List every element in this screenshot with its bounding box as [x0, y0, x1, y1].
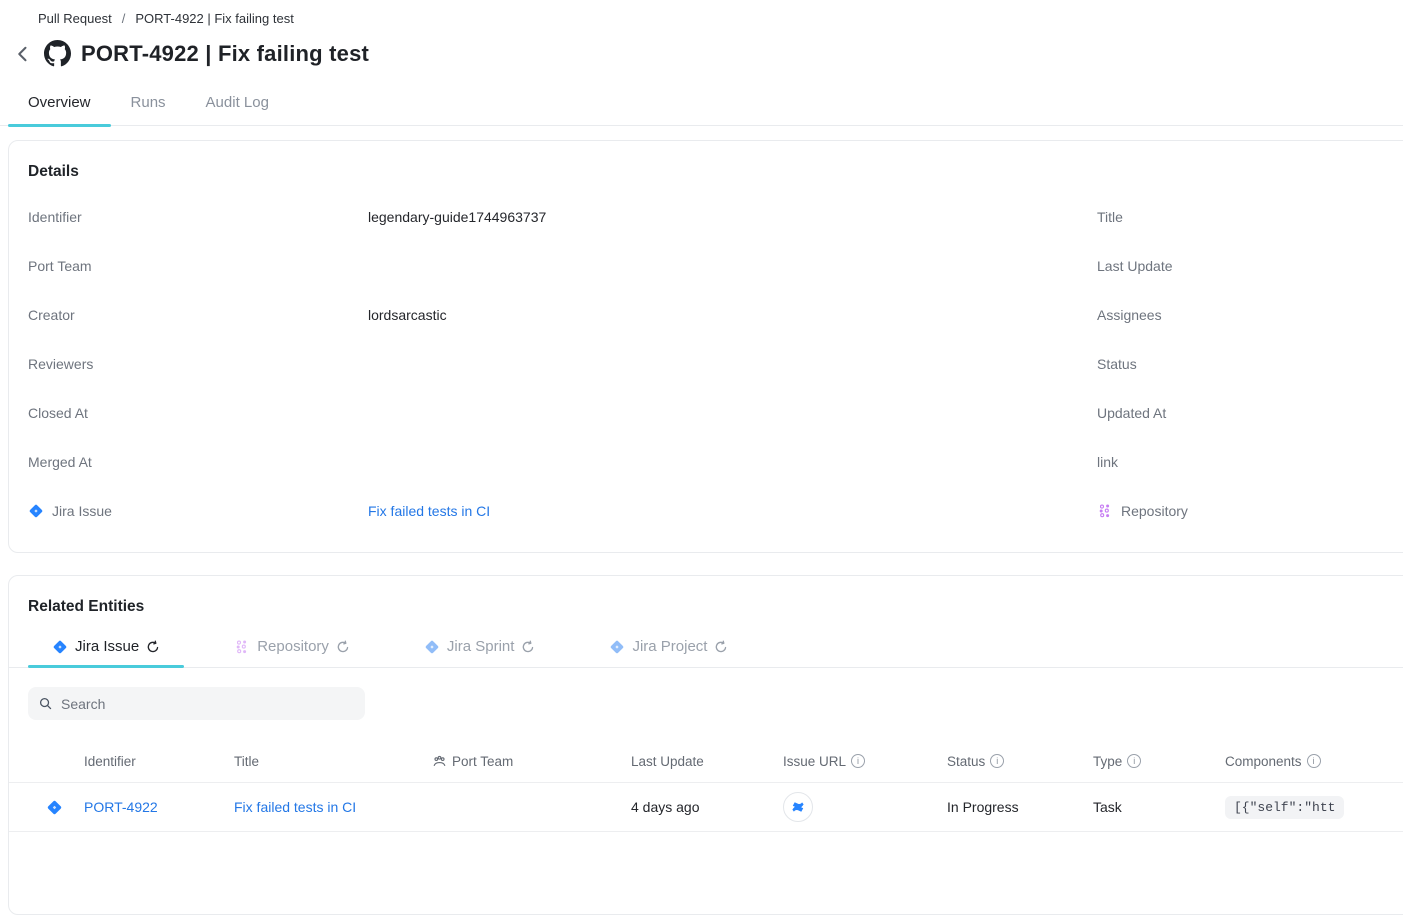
header-port-team[interactable]: Port Team	[432, 754, 631, 769]
details-row: Reviewers Status	[28, 356, 1403, 405]
field-label-port-team: Port Team	[28, 258, 368, 274]
jira-issue-link[interactable]: Fix failed tests in CI	[368, 503, 490, 519]
related-entities-heading: Related Entities	[9, 576, 1403, 616]
explore-icon[interactable]	[521, 640, 535, 654]
field-label-merged-at: Merged At	[28, 454, 368, 470]
page-header: PORT-4922 | Fix failing test	[12, 40, 369, 67]
field-label-closed-at: Closed At	[28, 405, 368, 421]
repository-icon	[234, 639, 250, 655]
jira-light-icon	[609, 639, 625, 655]
field-label-reviewers: Reviewers	[28, 356, 368, 372]
details-row: Identifier legendary-guide1744963737 Tit…	[28, 209, 1403, 258]
issue-url-favicon-badge[interactable]	[783, 792, 813, 822]
cell-identifier: PORT-4922	[84, 799, 234, 815]
header-status[interactable]: Statusi	[947, 754, 1093, 769]
table-header-row: Identifier Title Port Team Last Update I…	[9, 740, 1403, 782]
back-button[interactable]	[12, 43, 34, 65]
table-row[interactable]: PORT-4922 Fix failed tests in CI 4 days …	[9, 782, 1403, 832]
tab-jira-project[interactable]: Jira Project	[585, 634, 752, 667]
field-value-identifier: legendary-guide1744963737	[368, 209, 1097, 225]
components-json-chip[interactable]: [{"self":"htt	[1225, 796, 1344, 819]
details-row: Creator lordsarcastic Assignees	[28, 307, 1403, 356]
field-label-repository: Repository	[1097, 503, 1403, 519]
breadcrumb-separator: /	[120, 11, 128, 26]
jira-icon	[52, 639, 68, 655]
tab-jira-sprint[interactable]: Jira Sprint	[400, 634, 560, 667]
related-entity-tabs: Jira Issue Repository Jira Sprint Jira P…	[9, 634, 1403, 668]
cell-last-update: 4 days ago	[631, 799, 783, 815]
title-link[interactable]: Fix failed tests in CI	[234, 799, 356, 815]
page-title: PORT-4922 | Fix failing test	[81, 41, 369, 67]
team-icon	[432, 754, 447, 769]
breadcrumb-current: PORT-4922 | Fix failing test	[135, 11, 293, 26]
field-value-creator: lordsarcastic	[368, 307, 1097, 323]
breadcrumb: Pull Request / PORT-4922 | Fix failing t…	[14, 10, 294, 26]
field-label-status: Status	[1097, 356, 1403, 372]
cell-status: In Progress	[947, 799, 1093, 815]
jira-icon	[46, 799, 63, 816]
info-icon[interactable]: i	[851, 754, 865, 768]
main-tabs: Overview Runs Audit Log	[0, 92, 1403, 126]
cell-components: [{"self":"htt	[1225, 796, 1403, 819]
related-entities-card: Related Entities Jira Issue Repository J…	[8, 575, 1403, 915]
details-row: Port Team Last Update	[28, 258, 1403, 307]
tab-jira-issue[interactable]: Jira Issue	[28, 634, 184, 667]
jira-light-icon	[424, 639, 440, 655]
search-icon	[38, 696, 53, 711]
identifier-link[interactable]: PORT-4922	[84, 799, 158, 815]
header-issue-url[interactable]: Issue URLi	[783, 754, 947, 769]
header-title[interactable]: Title	[234, 754, 432, 769]
field-label-jira-issue: Jira Issue	[28, 503, 368, 519]
details-card: Details Identifier legendary-guide174496…	[8, 140, 1403, 553]
explore-icon[interactable]	[336, 640, 350, 654]
details-row: Merged At link	[28, 454, 1403, 503]
field-label-creator: Creator	[28, 307, 368, 323]
info-icon[interactable]: i	[990, 754, 1004, 768]
github-icon	[44, 40, 71, 67]
cell-type: Task	[1093, 799, 1225, 815]
cell-issue-url	[783, 792, 947, 822]
header-components[interactable]: Componentsi	[1225, 754, 1403, 769]
jira-favicon-icon	[790, 799, 806, 815]
info-icon[interactable]: i	[1307, 754, 1321, 768]
tab-overview[interactable]: Overview	[8, 92, 111, 125]
field-label-last-update: Last Update	[1097, 258, 1403, 274]
header-identifier[interactable]: Identifier	[84, 754, 234, 769]
details-grid: Identifier legendary-guide1744963737 Tit…	[9, 209, 1403, 552]
field-label-link: link	[1097, 454, 1403, 470]
github-icon	[14, 10, 30, 26]
jira-icon	[28, 503, 44, 519]
tab-repository[interactable]: Repository	[210, 634, 374, 667]
field-value-jira-issue: Fix failed tests in CI	[368, 503, 1097, 519]
cell-title: Fix failed tests in CI	[234, 799, 432, 815]
header-last-update[interactable]: Last Update	[631, 754, 783, 769]
breadcrumb-root[interactable]: Pull Request	[38, 11, 112, 26]
details-row: Closed At Updated At	[28, 405, 1403, 454]
details-heading: Details	[9, 141, 1403, 181]
info-icon[interactable]: i	[1127, 754, 1141, 768]
explore-icon[interactable]	[714, 640, 728, 654]
field-label-identifier: Identifier	[28, 209, 368, 225]
related-entities-table: Identifier Title Port Team Last Update I…	[9, 740, 1403, 832]
details-row: Jira Issue Fix failed tests in CI Reposi…	[28, 503, 1403, 552]
field-label-assignees: Assignees	[1097, 307, 1403, 323]
search-box[interactable]	[28, 687, 365, 720]
field-label-updated-at: Updated At	[1097, 405, 1403, 421]
explore-icon[interactable]	[146, 640, 160, 654]
search-input[interactable]	[61, 696, 355, 712]
cell-entity-icon	[9, 799, 84, 816]
tab-runs[interactable]: Runs	[111, 92, 186, 125]
header-type[interactable]: Typei	[1093, 754, 1225, 769]
repository-icon	[1097, 503, 1113, 519]
field-label-title: Title	[1097, 209, 1403, 225]
tab-audit-log[interactable]: Audit Log	[186, 92, 289, 125]
